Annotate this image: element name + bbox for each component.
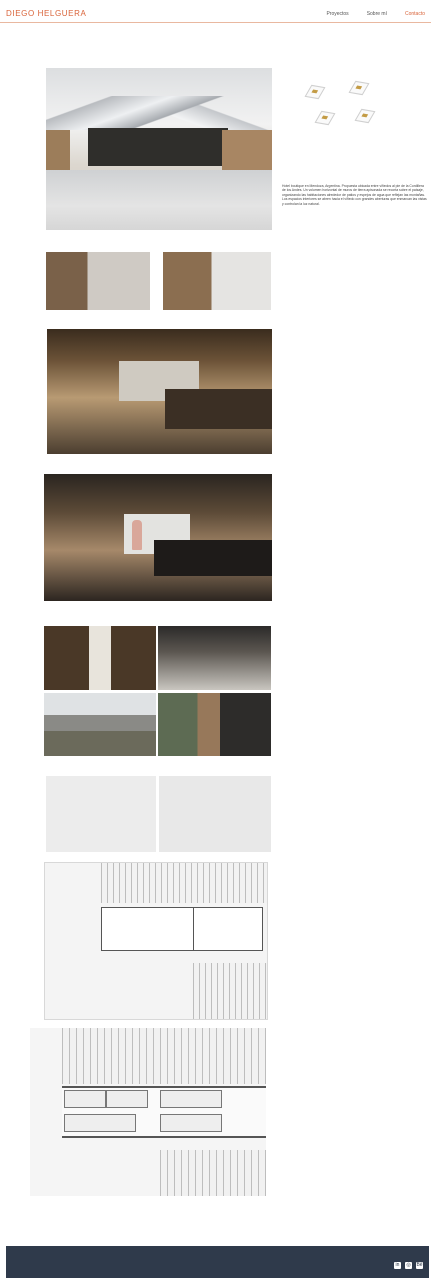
- model-icon: [314, 110, 336, 126]
- mountain-range: [46, 96, 272, 130]
- instagram-icon[interactable]: ◎: [405, 1262, 412, 1269]
- nav-item-projects[interactable]: Proyectos: [326, 11, 348, 17]
- site-logo[interactable]: DIEGO HELGUERA: [6, 9, 86, 18]
- nav-item-about[interactable]: Sobre mí: [367, 11, 387, 17]
- behance-icon[interactable]: Bē: [416, 1262, 423, 1269]
- linkedin-icon[interactable]: in: [394, 1262, 401, 1269]
- project-description: Hotel boutique en Mendoza, Argentina. Pr…: [282, 184, 427, 206]
- floor-plan[interactable]: [30, 1028, 266, 1196]
- person-figure: [132, 520, 142, 550]
- vineyard-hatch: [160, 1150, 266, 1196]
- building-facade: [88, 128, 228, 166]
- site-plan[interactable]: [46, 776, 156, 852]
- rammed-earth-wall: [222, 130, 272, 172]
- lobby-render[interactable]: [158, 626, 271, 690]
- room: [193, 907, 263, 951]
- bed: [165, 389, 272, 429]
- hero-render[interactable]: [46, 68, 272, 230]
- nav-item-contact[interactable]: Contacto: [405, 11, 425, 17]
- room: [101, 907, 199, 951]
- site-plan[interactable]: [159, 776, 271, 852]
- vineyard-hatch: [193, 963, 267, 1019]
- model-thumbnails: [300, 80, 390, 130]
- site-header: DIEGO HELGUERA Proyectos Sobre mí Contac…: [0, 0, 431, 23]
- model-icon: [354, 108, 376, 124]
- vineyard-render[interactable]: [158, 693, 271, 756]
- courtyard-render[interactable]: [44, 626, 156, 690]
- model-icon: [304, 84, 326, 100]
- floor-plan[interactable]: [44, 862, 268, 1020]
- room: [160, 1090, 222, 1108]
- bedroom-render[interactable]: [44, 474, 272, 601]
- site-footer: in ◎ Bē: [6, 1246, 429, 1278]
- reflecting-pool: [46, 170, 272, 230]
- exterior-render[interactable]: [46, 252, 150, 310]
- landscape-render[interactable]: [44, 693, 156, 756]
- room: [160, 1114, 222, 1132]
- model-icon: [348, 80, 370, 96]
- room: [64, 1090, 106, 1108]
- exterior-render[interactable]: [163, 252, 271, 310]
- bed: [154, 540, 272, 576]
- room: [64, 1114, 136, 1132]
- rammed-earth-wall: [46, 130, 70, 170]
- social-links: in ◎ Bē: [394, 1262, 423, 1269]
- main-nav: Proyectos Sobre mí Contacto: [326, 11, 425, 17]
- vineyard-hatch: [62, 1028, 266, 1084]
- vineyard-hatch: [101, 863, 267, 903]
- room: [106, 1090, 148, 1108]
- bedroom-render[interactable]: [47, 329, 272, 454]
